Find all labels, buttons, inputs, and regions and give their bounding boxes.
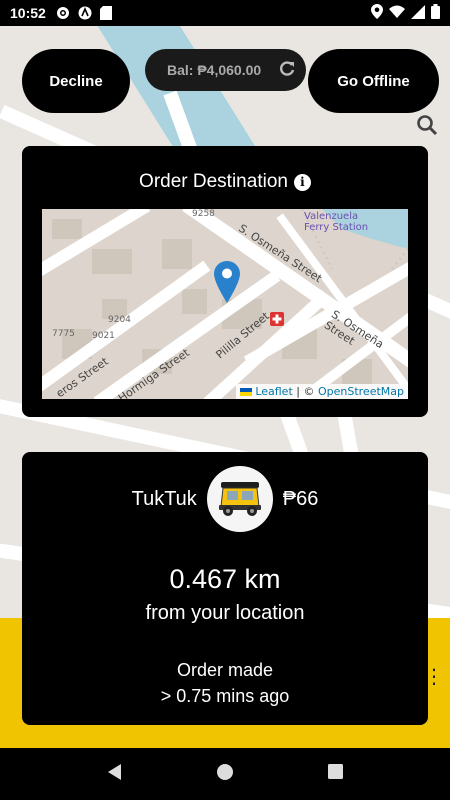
wifi-icon: [389, 5, 405, 21]
vehicle-type-label: TukTuk: [131, 487, 197, 510]
distance-caption: from your location: [145, 602, 305, 624]
openstreetmap-link[interactable]: OpenStreetMap: [318, 385, 404, 398]
destination-title-row: Order Destination i: [22, 171, 428, 193]
status-time: 10:52: [10, 5, 46, 21]
map-house-number: 9258: [192, 209, 215, 219]
balance-pill[interactable]: Bal: ₱4,060.00: [145, 49, 306, 91]
destination-map[interactable]: S. Osmeña Street S. Osmeña Street Pilill…: [42, 209, 408, 399]
leaflet-link[interactable]: Leaflet: [255, 385, 292, 398]
recents-icon[interactable]: [327, 764, 343, 784]
order-made-time: > 0.75 mins ago: [160, 686, 290, 706]
balance-label: Bal: ₱4,060.00: [167, 62, 262, 78]
go-offline-button[interactable]: Go Offline: [308, 49, 439, 113]
destination-title: Order Destination: [139, 171, 288, 192]
map-place-label: Valenzuela Ferry Station: [304, 211, 369, 233]
location-marker-icon[interactable]: [214, 261, 240, 308]
battery-icon: [431, 4, 440, 22]
vehicle-row: TukTuk ₱66: [22, 466, 428, 532]
hospital-icon: [270, 312, 284, 331]
signal-icon: [411, 4, 425, 22]
location-icon: [371, 4, 383, 22]
info-icon[interactable]: i: [293, 173, 311, 191]
back-icon[interactable]: [107, 763, 123, 785]
app-icon: [78, 6, 92, 20]
map-house-number: 9021: [92, 331, 115, 341]
ukraine-flag-icon: [239, 388, 252, 396]
gear-icon: [56, 6, 70, 20]
attribution-separator: | ©: [292, 385, 318, 398]
map-attribution: Leaflet | © OpenStreetMap: [235, 384, 408, 399]
order-made-label: Order made: [176, 660, 274, 680]
map-house-number: 7775: [52, 329, 75, 339]
sd-card-icon: [99, 6, 112, 20]
decline-button[interactable]: Decline: [22, 49, 130, 113]
navigation-bar: [0, 748, 450, 800]
fare-label: ₱66: [282, 487, 319, 510]
refresh-icon[interactable]: [278, 60, 296, 81]
search-icon[interactable]: [416, 114, 438, 141]
status-bar: 10:52: [0, 0, 450, 26]
tuktuk-icon: [206, 466, 273, 532]
map-house-number: 9204: [108, 315, 131, 325]
order-info-card: TukTuk ₱66 0.467 km from your location O…: [22, 452, 428, 725]
order-destination-card: Order Destination i S. Osmeña Street S. …: [22, 146, 428, 417]
home-icon[interactable]: [217, 763, 234, 785]
distance-value: 0.467 km: [169, 564, 281, 594]
